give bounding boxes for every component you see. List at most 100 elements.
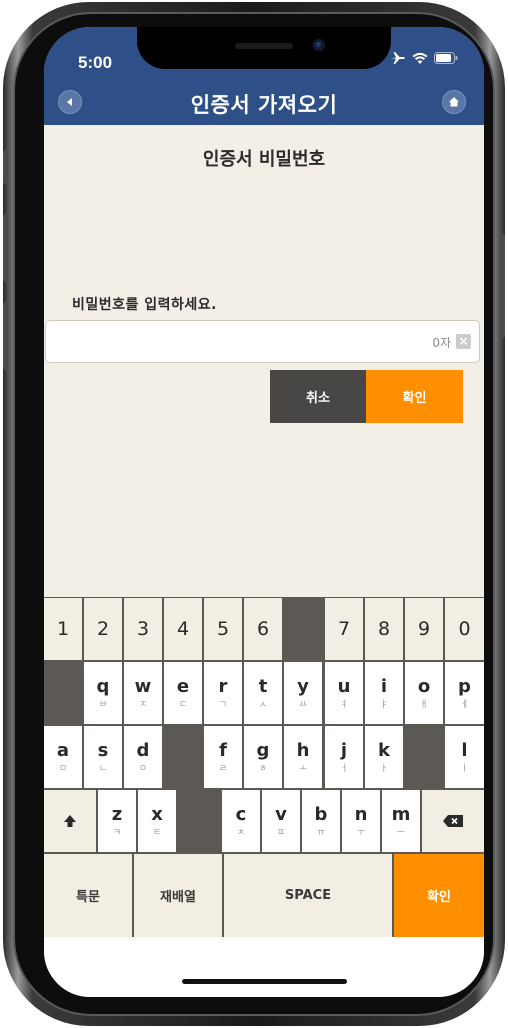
key-letter[interactable]: rㄱ	[204, 662, 242, 724]
key-number[interactable]: 7	[325, 598, 363, 660]
key-letter[interactable]: gㅎ	[244, 726, 282, 788]
clear-input-button[interactable]: ×	[456, 334, 471, 349]
confirm-button[interactable]: 확인	[366, 370, 463, 423]
status-time: 5:00	[78, 53, 113, 72]
key-number[interactable]: 4	[164, 598, 202, 660]
key-label: 2	[96, 618, 110, 640]
key-letter[interactable]: xㅌ	[138, 790, 176, 852]
key-letter[interactable]: sㄴ	[84, 726, 122, 788]
home-button[interactable]	[442, 90, 466, 114]
key-sublabel: ㄱ	[218, 699, 228, 710]
page-title: 인증서 가져오기	[190, 93, 338, 117]
key-label: f	[219, 739, 227, 761]
key-sublabel: ㅐ	[419, 699, 429, 710]
key-letter[interactable]: kㅏ	[365, 726, 403, 788]
key-label: i	[380, 675, 388, 697]
section-title: 인증서 비밀번호	[202, 149, 326, 170]
key-letter[interactable]: yㅛ	[284, 662, 322, 724]
key-letter[interactable]: zㅋ	[98, 790, 136, 852]
power-button	[500, 234, 505, 338]
key-label: r	[218, 675, 228, 697]
key-label: z	[111, 803, 123, 825]
backspace-key[interactable]	[422, 790, 484, 852]
key-label: 확인	[427, 890, 451, 905]
special-chars-key[interactable]: 특문	[44, 854, 132, 937]
secure-keyboard: 1 2 3 4 5 6 7 8 9 0 qㅂ wㅈ eㄷ rㄱ tㅅ yㅛ uㅕ…	[44, 597, 484, 937]
key-label: 6	[256, 618, 270, 640]
notch	[137, 27, 391, 69]
key-letter[interactable]: wㅈ	[124, 662, 162, 724]
key-label: 3	[136, 618, 150, 640]
cancel-button-label: 취소	[306, 391, 330, 406]
key-letter[interactable]: vㅍ	[262, 790, 300, 852]
key-label: o	[417, 675, 431, 697]
shift-key[interactable]	[44, 790, 96, 852]
key-label: m	[391, 803, 411, 825]
key-sublabel: ㄷ	[178, 699, 188, 710]
key-letter[interactable]: cㅊ	[222, 790, 260, 852]
key-label: 7	[337, 618, 351, 640]
key-label: q	[96, 675, 110, 697]
key-letter[interactable]: oㅐ	[405, 662, 443, 724]
home-icon	[449, 97, 459, 107]
key-sublabel: ㅋ	[112, 827, 122, 838]
space-key[interactable]: SPACE	[224, 854, 392, 937]
key-letter[interactable]: mㅡ	[382, 790, 420, 852]
key-number[interactable]: 6	[244, 598, 282, 660]
key-letter[interactable]: lㅣ	[445, 726, 484, 788]
key-sublabel: ㅑ	[379, 699, 389, 710]
key-letter[interactable]: pㅔ	[445, 662, 484, 724]
key-label: v	[275, 803, 287, 825]
key-label: 5	[216, 618, 230, 640]
key-letter[interactable]: nㅜ	[342, 790, 380, 852]
key-sublabel: ㅠ	[316, 827, 326, 838]
mute-switch	[3, 150, 8, 184]
key-letter[interactable]: jㅓ	[325, 726, 363, 788]
backspace-icon	[443, 815, 463, 827]
key-letter[interactable]: aㅁ	[44, 726, 82, 788]
home-indicator[interactable]	[182, 979, 347, 984]
key-sublabel: ㅏ	[379, 763, 389, 774]
key-letter[interactable]: dㅇ	[124, 726, 162, 788]
key-number[interactable]: 9	[405, 598, 443, 660]
battery-icon	[434, 52, 458, 64]
shift-arrow-icon	[64, 815, 76, 827]
key-label: 0	[458, 618, 471, 640]
key-letter[interactable]: fㄹ	[204, 726, 242, 788]
key-number[interactable]: 0	[445, 598, 484, 660]
key-label: 1	[56, 618, 70, 640]
key-sublabel: ㅜ	[356, 827, 366, 838]
cancel-button[interactable]: 취소	[270, 370, 366, 423]
app-header: 5:00 인증서 가져오기	[44, 27, 484, 125]
key-letter[interactable]: uㅕ	[325, 662, 363, 724]
key-sublabel: ㅌ	[152, 827, 162, 838]
key-letter[interactable]: hㅗ	[284, 726, 322, 788]
key-number[interactable]: 8	[365, 598, 403, 660]
key-label: s	[97, 739, 109, 761]
password-input[interactable]: 0자 ×	[45, 320, 480, 363]
key-label: SPACE	[284, 888, 332, 903]
key-number[interactable]: 3	[124, 598, 162, 660]
key-number[interactable]: 2	[84, 598, 122, 660]
key-letter[interactable]: bㅠ	[302, 790, 340, 852]
key-label: x	[151, 803, 163, 825]
shuffle-key[interactable]: 재배열	[134, 854, 222, 937]
key-label: 특문	[76, 890, 100, 905]
key-label: c	[235, 803, 247, 825]
keyboard-confirm-key[interactable]: 확인	[394, 854, 484, 937]
key-number[interactable]: 5	[204, 598, 242, 660]
key-label: b	[314, 803, 328, 825]
key-sublabel: ㅁ	[58, 763, 68, 774]
key-label: 9	[417, 618, 431, 640]
key-label: g	[256, 739, 270, 761]
key-letter[interactable]: eㄷ	[164, 662, 202, 724]
password-prompt: 비밀번호를 입력하세요.	[72, 297, 217, 313]
front-camera	[313, 39, 325, 51]
key-letter[interactable]: tㅅ	[244, 662, 282, 724]
key-letter[interactable]: qㅂ	[84, 662, 122, 724]
volume-down-button	[3, 302, 8, 370]
key-letter[interactable]: iㅑ	[365, 662, 403, 724]
key-number[interactable]: 1	[44, 598, 82, 660]
key-sublabel: ㅗ	[298, 763, 308, 774]
key-label: 4	[176, 618, 190, 640]
